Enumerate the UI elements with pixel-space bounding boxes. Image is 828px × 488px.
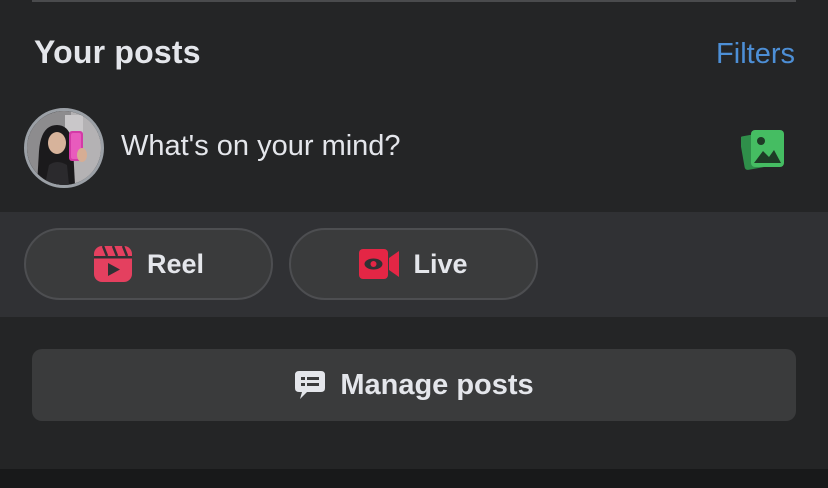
your-posts-section: Your posts Filters What's on your mind? xyxy=(0,0,828,488)
composer-prompt[interactable]: What's on your mind? xyxy=(121,130,401,163)
photo-gallery-icon[interactable] xyxy=(739,127,787,171)
reel-icon xyxy=(93,245,132,282)
manage-posts-area: Manage posts xyxy=(0,317,828,469)
live-video-icon xyxy=(359,249,400,279)
create-actions-band: Reel Live xyxy=(0,212,828,317)
live-button[interactable]: Live xyxy=(289,228,538,300)
message-list-icon xyxy=(295,371,326,399)
section-header: Your posts Filters xyxy=(0,26,828,86)
reel-button[interactable]: Reel xyxy=(24,228,273,300)
manage-posts-label: Manage posts xyxy=(340,368,534,401)
filters-link[interactable]: Filters xyxy=(716,38,795,71)
avatar-image xyxy=(27,111,101,185)
reel-label: Reel xyxy=(146,248,205,279)
section-title: Your posts xyxy=(34,34,201,70)
avatar[interactable] xyxy=(24,108,104,188)
bottom-divider xyxy=(0,469,828,488)
manage-posts-button[interactable]: Manage posts xyxy=(32,349,796,421)
top-divider xyxy=(32,0,796,2)
post-composer: What's on your mind? xyxy=(0,100,828,212)
live-label: Live xyxy=(413,248,468,279)
